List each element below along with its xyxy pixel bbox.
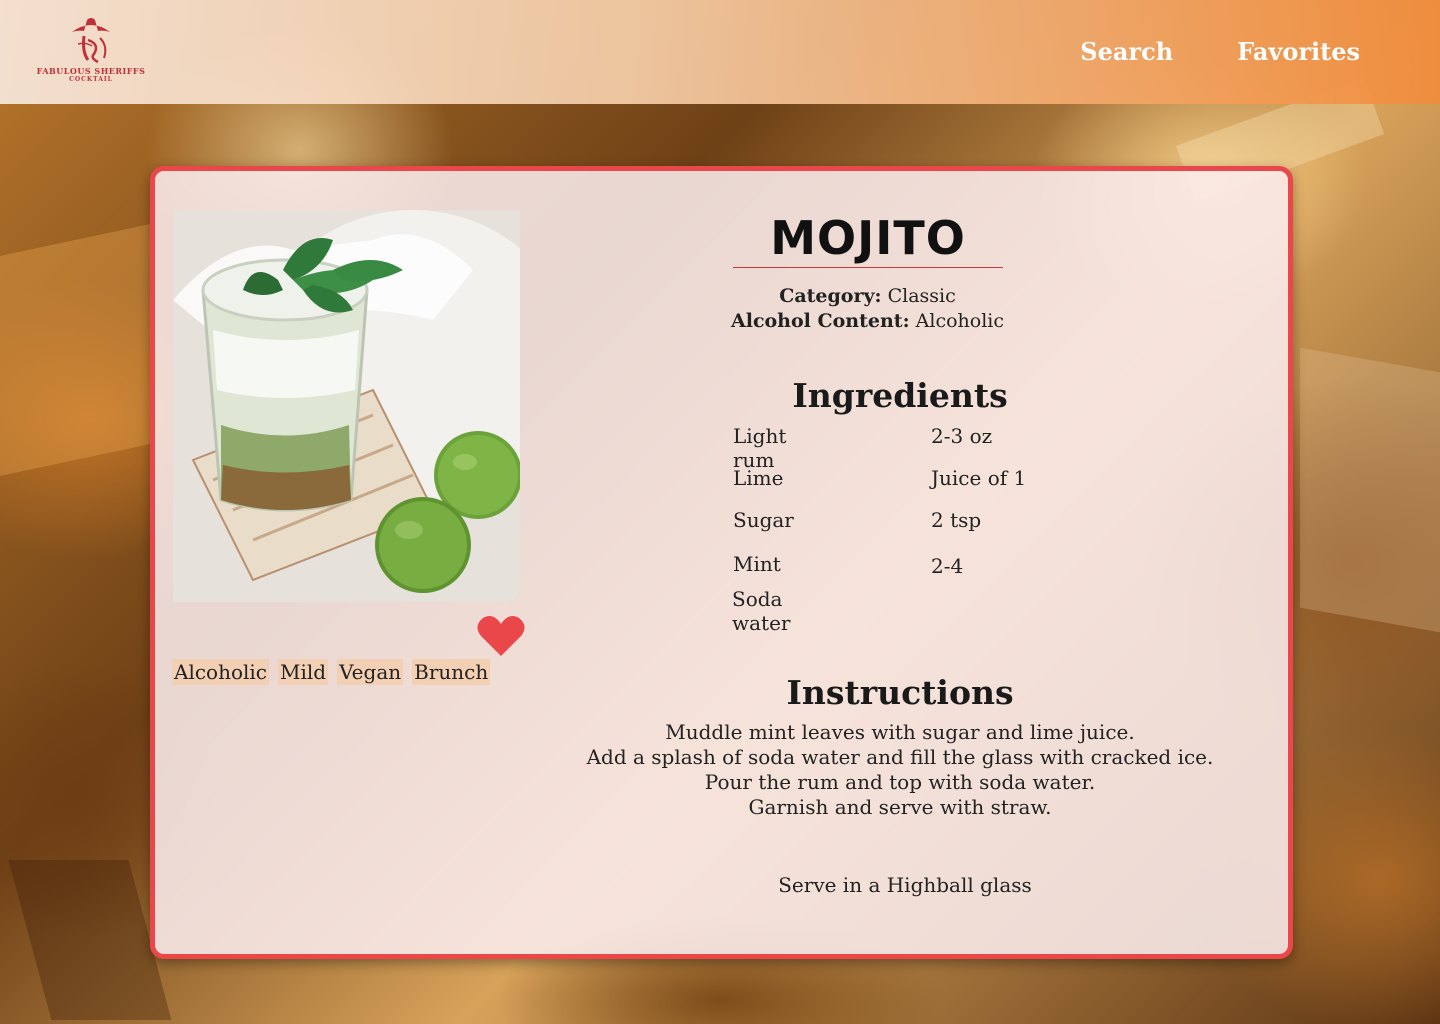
logo-subtext: COCKTAIL [69, 76, 113, 83]
alcohol-label: Alcohol Content: [730, 310, 910, 332]
logo-text: FABULOUS SHERIFFS [36, 66, 146, 76]
tag-badge: Alcoholic [172, 659, 269, 685]
category-value: Classic [887, 285, 956, 307]
drink-meta: Category: Classic Alcohol Content: Alcoh… [715, 284, 1020, 334]
ingredient-name: Soda water [732, 587, 791, 635]
brand-logo[interactable]: FABULOUS SHERIFFS COCKTAIL [36, 14, 146, 88]
ingredient-name: Sugar [733, 508, 794, 532]
background-crystal [0, 224, 150, 476]
tag-list: Alcoholic Mild Vegan Brunch [172, 659, 491, 685]
drink-photo [173, 210, 520, 602]
nav-favorites-link[interactable]: Favorites [1237, 34, 1360, 70]
instruction-line: Pour the rum and top with soda water. [704, 770, 1096, 794]
category-row: Category: Classic [715, 284, 1020, 309]
glass-info: Serve in a Highball glass [778, 873, 1032, 897]
tag-badge: Vegan [337, 659, 404, 685]
sheriff-hat-logo-icon [72, 18, 110, 64]
ingredient-quantity: 2 tsp [931, 508, 982, 532]
ingredient-quantity: 2-4 [931, 554, 964, 578]
alcohol-value: Alcoholic [915, 310, 1004, 332]
ingredient-quantity: 2-3 oz [931, 424, 993, 448]
background-crystal [1300, 347, 1440, 633]
instruction-line: Add a splash of soda water and fill the … [586, 745, 1214, 769]
instructions-text: Muddle mint leaves with sugar and lime j… [585, 720, 1215, 820]
ingredient-name: Lime [733, 466, 784, 490]
ingredient-name: Mint [733, 552, 781, 576]
drink-detail-card: Alcoholic Mild Vegan Brunch MOJITO Categ… [150, 166, 1293, 959]
instruction-line: Garnish and serve with straw. [748, 795, 1052, 819]
tag-badge: Mild [278, 659, 329, 685]
instruction-line: Muddle mint leaves with sugar and lime j… [665, 720, 1135, 744]
favorite-heart-icon[interactable] [477, 614, 525, 658]
alcohol-row: Alcohol Content: Alcoholic [715, 309, 1020, 334]
tag-badge: Brunch [412, 659, 491, 685]
background-crystal [8, 860, 172, 1020]
top-bar: FABULOUS SHERIFFS COCKTAIL Search Favori… [0, 0, 1440, 104]
ingredient-quantity: Juice of 1 [931, 466, 1027, 490]
ingredients-heading: Ingredients [792, 376, 1008, 415]
category-label: Category: [779, 285, 882, 307]
main-nav: Search Favorites [1080, 37, 1360, 70]
instructions-heading: Instructions [786, 673, 1014, 712]
drink-title: MOJITO [733, 211, 1003, 268]
nav-search-link[interactable]: Search [1080, 34, 1173, 70]
ingredient-name: Light rum [733, 424, 787, 472]
